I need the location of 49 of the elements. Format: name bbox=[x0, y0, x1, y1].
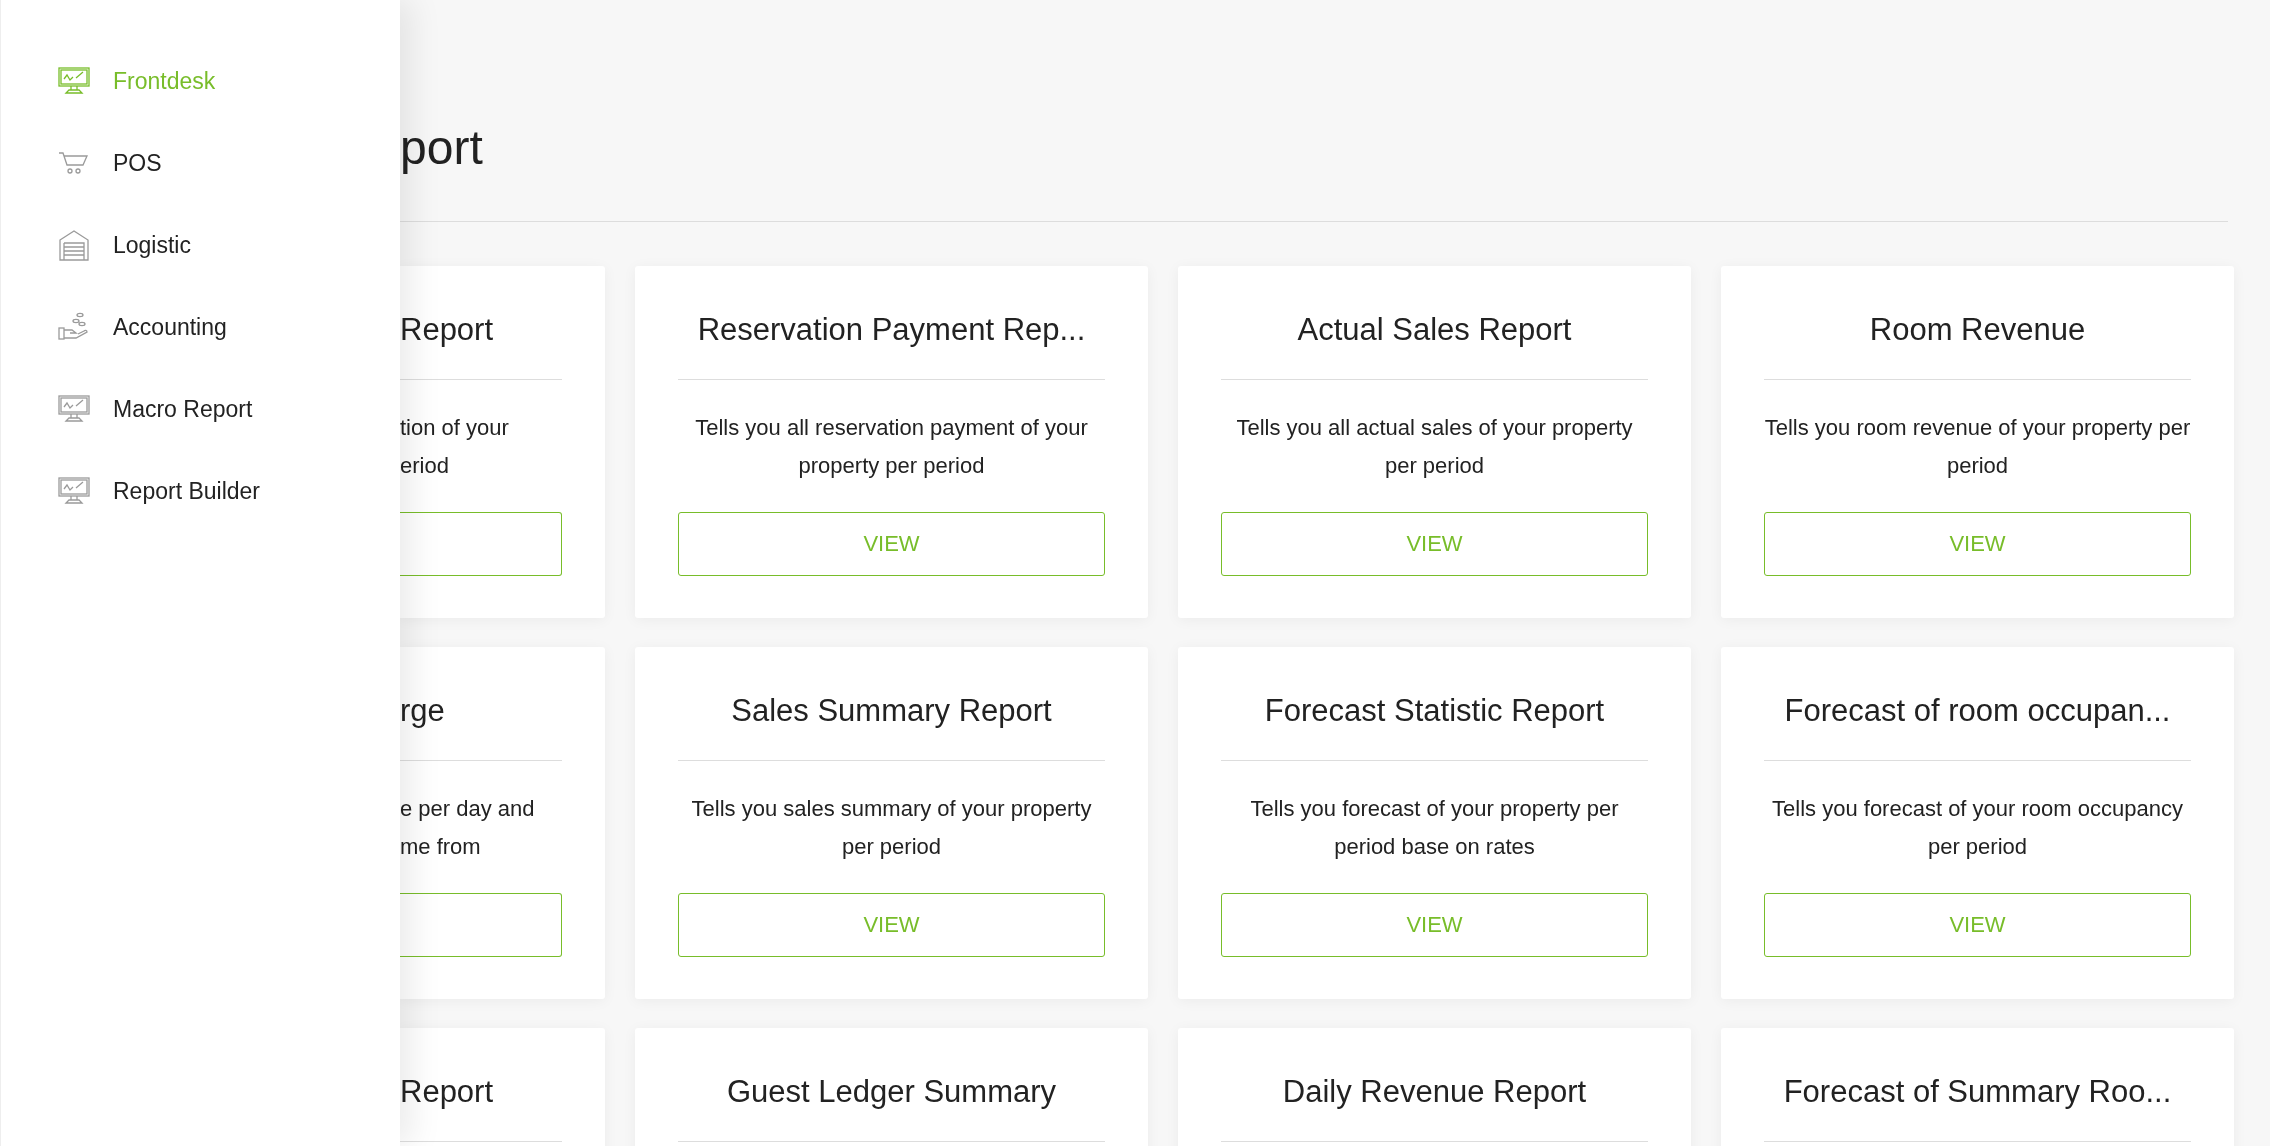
card-title: rge bbox=[400, 689, 562, 761]
view-button[interactable] bbox=[400, 512, 562, 576]
card-title: Report bbox=[400, 1070, 562, 1142]
card-description: Tells you forecast of your property per period base on rates bbox=[1249, 795, 1620, 861]
garage-icon bbox=[58, 229, 90, 261]
card-description: tion of your bbox=[400, 414, 510, 442]
card-description: Tells you forecast of your room occupancy per period bbox=[1771, 795, 2184, 861]
card-description: me from bbox=[400, 833, 482, 861]
view-button[interactable]: VIEW bbox=[678, 893, 1105, 957]
card-title: Forecast of room occupan... bbox=[1764, 689, 2191, 761]
card-title: Reservation Payment Rep... bbox=[678, 308, 1105, 380]
card-title: Forecast of Summary Roo... bbox=[1764, 1070, 2191, 1142]
view-button[interactable]: VIEW bbox=[1221, 893, 1648, 957]
card-description: Tells you all reservation payment of your property per period bbox=[694, 414, 1089, 480]
card-description: Tells you room revenue of your property per period bbox=[1764, 414, 2191, 480]
card-title: Guest Ledger Summary bbox=[678, 1070, 1105, 1142]
monitor-chart-icon bbox=[58, 477, 90, 505]
view-button[interactable]: VIEW bbox=[678, 512, 1105, 576]
view-button[interactable]: VIEW bbox=[1221, 512, 1648, 576]
card-title: Forecast Statistic Report bbox=[1221, 689, 1648, 761]
monitor-chart-icon bbox=[58, 67, 90, 95]
sidebar-item[interactable]: Report Builder bbox=[1, 450, 400, 532]
sidebar-item[interactable]: Accounting bbox=[1, 286, 400, 368]
card-title: Room Revenue bbox=[1764, 308, 2191, 380]
cart-icon bbox=[58, 151, 90, 175]
sidebar-item-label: Frontdesk bbox=[113, 67, 216, 95]
view-button[interactable] bbox=[400, 893, 562, 957]
view-button[interactable]: VIEW bbox=[1764, 512, 2191, 576]
card-title: Actual Sales Report bbox=[1221, 308, 1648, 380]
view-button[interactable]: VIEW bbox=[1764, 893, 2191, 957]
card-description: eriod bbox=[400, 452, 450, 480]
hand-coins-icon bbox=[58, 312, 90, 342]
sidebar-item-label: Accounting bbox=[113, 313, 227, 341]
card-title: Report bbox=[400, 308, 562, 380]
card-title: Daily Revenue Report bbox=[1221, 1070, 1648, 1142]
page-title: port bbox=[400, 0, 2228, 222]
sidebar-item[interactable]: Logistic bbox=[1, 204, 400, 286]
sidebar-item-label: POS bbox=[113, 149, 162, 177]
sidebar-item-label: Macro Report bbox=[113, 395, 253, 423]
card-description: e per day and bbox=[400, 795, 536, 823]
sidebar-item[interactable]: Macro Report bbox=[1, 368, 400, 450]
card-description: Tells you sales summary of your property per period bbox=[690, 795, 1093, 861]
card-title: Sales Summary Report bbox=[678, 689, 1105, 761]
card-description: Tells you all actual sales of your property per period bbox=[1235, 414, 1634, 480]
sidebar-item-label: Logistic bbox=[113, 231, 191, 259]
sidebar-item[interactable]: Frontdesk bbox=[1, 40, 400, 122]
monitor-chart-icon bbox=[58, 395, 90, 423]
sidebar-item[interactable]: POS bbox=[1, 122, 400, 204]
sidebar-item-label: Report Builder bbox=[113, 477, 261, 505]
